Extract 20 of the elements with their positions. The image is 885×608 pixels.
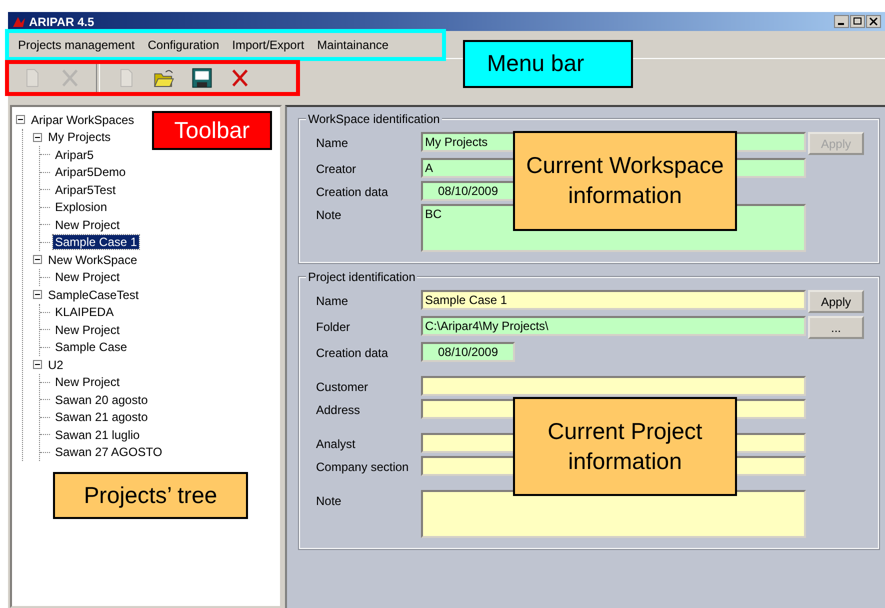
field-label: Name xyxy=(316,293,350,308)
group-title: WorkSpace identification xyxy=(306,112,442,126)
group-title: Project identification xyxy=(306,270,418,284)
callout-tooltip: Menu bar xyxy=(463,40,633,88)
field-label: Analyst xyxy=(316,436,356,451)
field-label: Note xyxy=(316,207,342,222)
field-label: Creation data xyxy=(316,345,390,360)
callout-tooltip: Current Workspace information xyxy=(513,131,737,231)
field-label: Creation data xyxy=(316,184,390,199)
window-title: ARIPAR 4.5 xyxy=(29,14,96,28)
callout-tooltip: Toolbar xyxy=(152,111,272,150)
field-label: Customer xyxy=(316,379,370,394)
field-label: Note xyxy=(316,493,342,508)
callout-tooltip: Current Project information xyxy=(513,397,737,496)
field-label: Folder xyxy=(316,319,352,334)
field-label: Company section xyxy=(316,459,410,474)
field-label: Name xyxy=(316,135,350,150)
callout-tooltip: Projects’ tree xyxy=(53,472,248,519)
field-label: Creator xyxy=(316,161,358,176)
field-label: Address xyxy=(316,402,362,417)
